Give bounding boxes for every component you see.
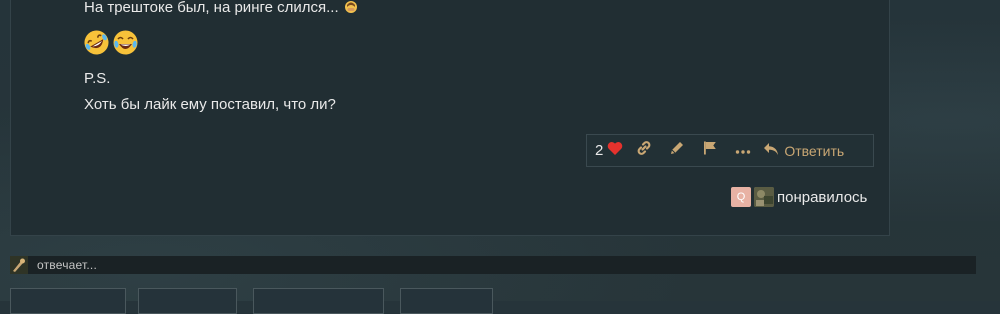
typing-label: отвечает... xyxy=(37,258,97,272)
reply-button[interactable]: Ответить xyxy=(763,142,844,159)
avatar xyxy=(10,256,28,274)
emoji-row xyxy=(83,29,139,56)
avatar[interactable]: Q xyxy=(731,187,751,207)
rofl-emoji-icon xyxy=(83,29,110,56)
copy-link-button[interactable] xyxy=(627,135,660,166)
like-count: 2 xyxy=(595,142,604,159)
post-ps: P.S. xyxy=(84,70,111,87)
share-button[interactable] xyxy=(10,288,126,314)
link-icon xyxy=(636,140,652,161)
post-line-text: На трештоке был, на ринге слился... xyxy=(84,0,339,16)
pencil-icon xyxy=(669,140,685,161)
post-actions-bar: 2 Ответить xyxy=(586,134,874,167)
flag-icon xyxy=(702,140,718,161)
reply-icon xyxy=(763,142,784,159)
reply-label: Ответить xyxy=(784,142,845,159)
like-button[interactable]: 2 xyxy=(595,141,623,160)
likers-row[interactable]: Q понравилось xyxy=(731,187,867,207)
bookmark-button[interactable] xyxy=(138,288,237,314)
avatar[interactable] xyxy=(754,187,774,207)
reply-topic-button[interactable] xyxy=(400,288,493,314)
typing-indicator: отвечает... xyxy=(10,256,976,274)
edit-button[interactable] xyxy=(660,135,693,166)
likers-label[interactable]: понравилось xyxy=(777,189,867,206)
post-question: Хоть бы лайк ему поставил, что ли? xyxy=(84,96,336,113)
flag-topic-button[interactable] xyxy=(253,288,384,314)
more-button[interactable] xyxy=(726,135,759,166)
heart-icon xyxy=(607,141,623,160)
post-card: На трештоке был, на ринге слился... P.S.… xyxy=(10,0,890,236)
flag-button[interactable] xyxy=(693,135,726,166)
ellipsis-icon xyxy=(735,142,751,160)
post-line: На трештоке был, на ринге слился... xyxy=(84,0,358,16)
tears-of-joy-emoji-icon xyxy=(112,29,139,56)
facepalm-emoji-icon xyxy=(344,0,358,14)
